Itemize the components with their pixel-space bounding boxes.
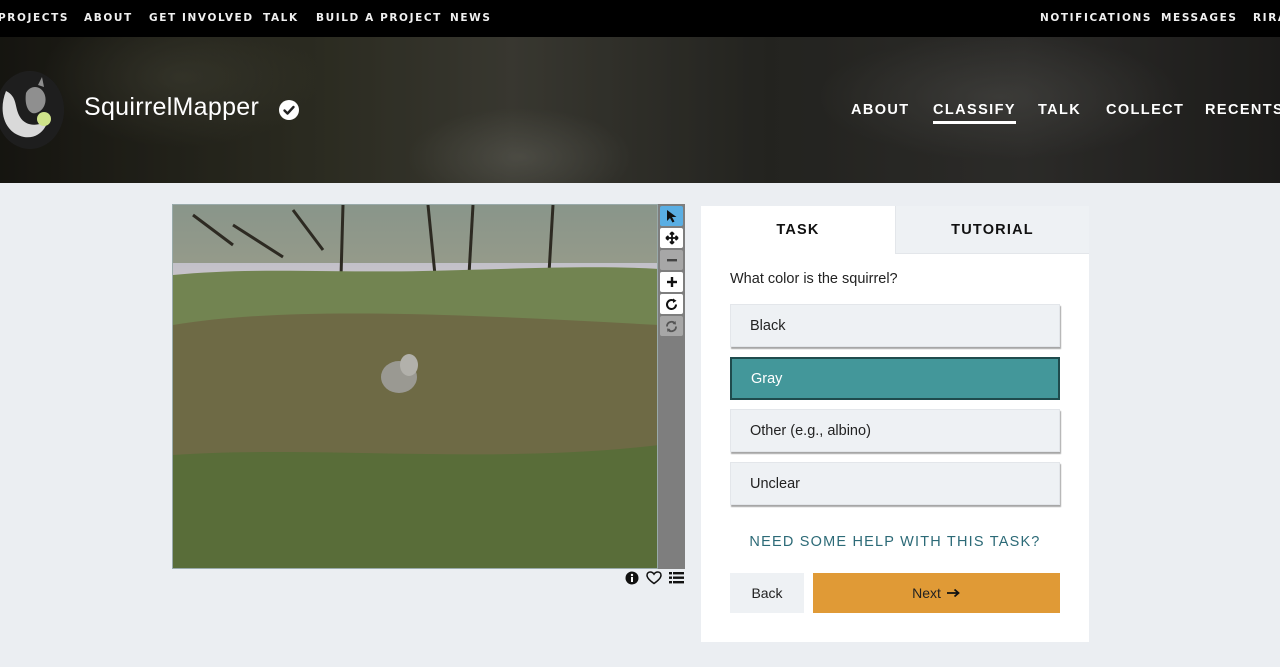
project-header: SquirrelMapper ABOUT CLASSIFY TALK COLLE… — [0, 37, 1280, 183]
subject-image[interactable] — [172, 204, 658, 569]
tab-task[interactable]: TASK — [701, 206, 895, 254]
zoom-out-icon[interactable] — [660, 250, 683, 270]
rotate-icon[interactable] — [660, 294, 683, 314]
project-title[interactable]: SquirrelMapper — [84, 93, 259, 122]
nav-messages[interactable]: MESSAGES — [1161, 12, 1238, 24]
answer-unclear[interactable]: Unclear — [730, 462, 1060, 505]
nav-notifications[interactable]: NOTIFICATIONS — [1040, 12, 1152, 24]
squirrel-photo — [173, 205, 657, 568]
zoom-in-icon[interactable] — [660, 272, 683, 292]
tab-tutorial[interactable]: TUTORIAL — [895, 206, 1089, 254]
info-icon[interactable] — [625, 570, 639, 586]
answer-other[interactable]: Other (e.g., albino) — [730, 409, 1060, 452]
nav-talk[interactable]: TALK — [263, 12, 299, 24]
pointer-icon[interactable] — [660, 206, 683, 226]
answer-gray[interactable]: Gray — [730, 357, 1060, 400]
nav-about[interactable]: ABOUT — [84, 12, 133, 24]
nav-projects[interactable]: PROJECTS — [0, 12, 69, 24]
nav-get-involved[interactable]: GET INVOLVED — [149, 12, 254, 24]
nav-news[interactable]: NEWS — [450, 12, 492, 24]
project-nav-about[interactable]: ABOUT — [851, 102, 910, 118]
reset-icon[interactable] — [660, 316, 683, 336]
next-button[interactable]: Next — [813, 573, 1060, 613]
project-nav-talk[interactable]: TALK — [1038, 102, 1081, 118]
answer-black[interactable]: Black — [730, 304, 1060, 347]
project-nav-classify[interactable]: CLASSIFY — [933, 102, 1016, 124]
collections-list-icon[interactable] — [669, 570, 684, 586]
favorite-heart-icon[interactable] — [646, 570, 662, 586]
site-top-nav: PROJECTS ABOUT GET INVOLVED TALK BUILD A… — [0, 0, 1280, 37]
task-help-link[interactable]: NEED SOME HELP WITH THIS TASK? — [730, 534, 1060, 550]
back-button-label: Back — [751, 585, 783, 601]
verified-check-icon — [279, 100, 299, 120]
project-nav-collect[interactable]: COLLECT — [1106, 102, 1184, 118]
move-icon[interactable] — [660, 228, 683, 248]
task-panel: TASK TUTORIAL What color is the squirrel… — [701, 206, 1089, 642]
nav-user-menu[interactable]: RIRA — [1253, 12, 1280, 24]
nav-build-a-project[interactable]: BUILD A PROJECT — [316, 12, 442, 24]
next-button-label: Next — [912, 585, 941, 601]
task-question: What color is the squirrel? — [730, 271, 898, 287]
arrow-right-icon — [946, 588, 960, 598]
viewer-toolbar — [658, 204, 685, 569]
back-button[interactable]: Back — [730, 573, 804, 613]
project-nav-recents[interactable]: RECENTS — [1205, 102, 1280, 118]
